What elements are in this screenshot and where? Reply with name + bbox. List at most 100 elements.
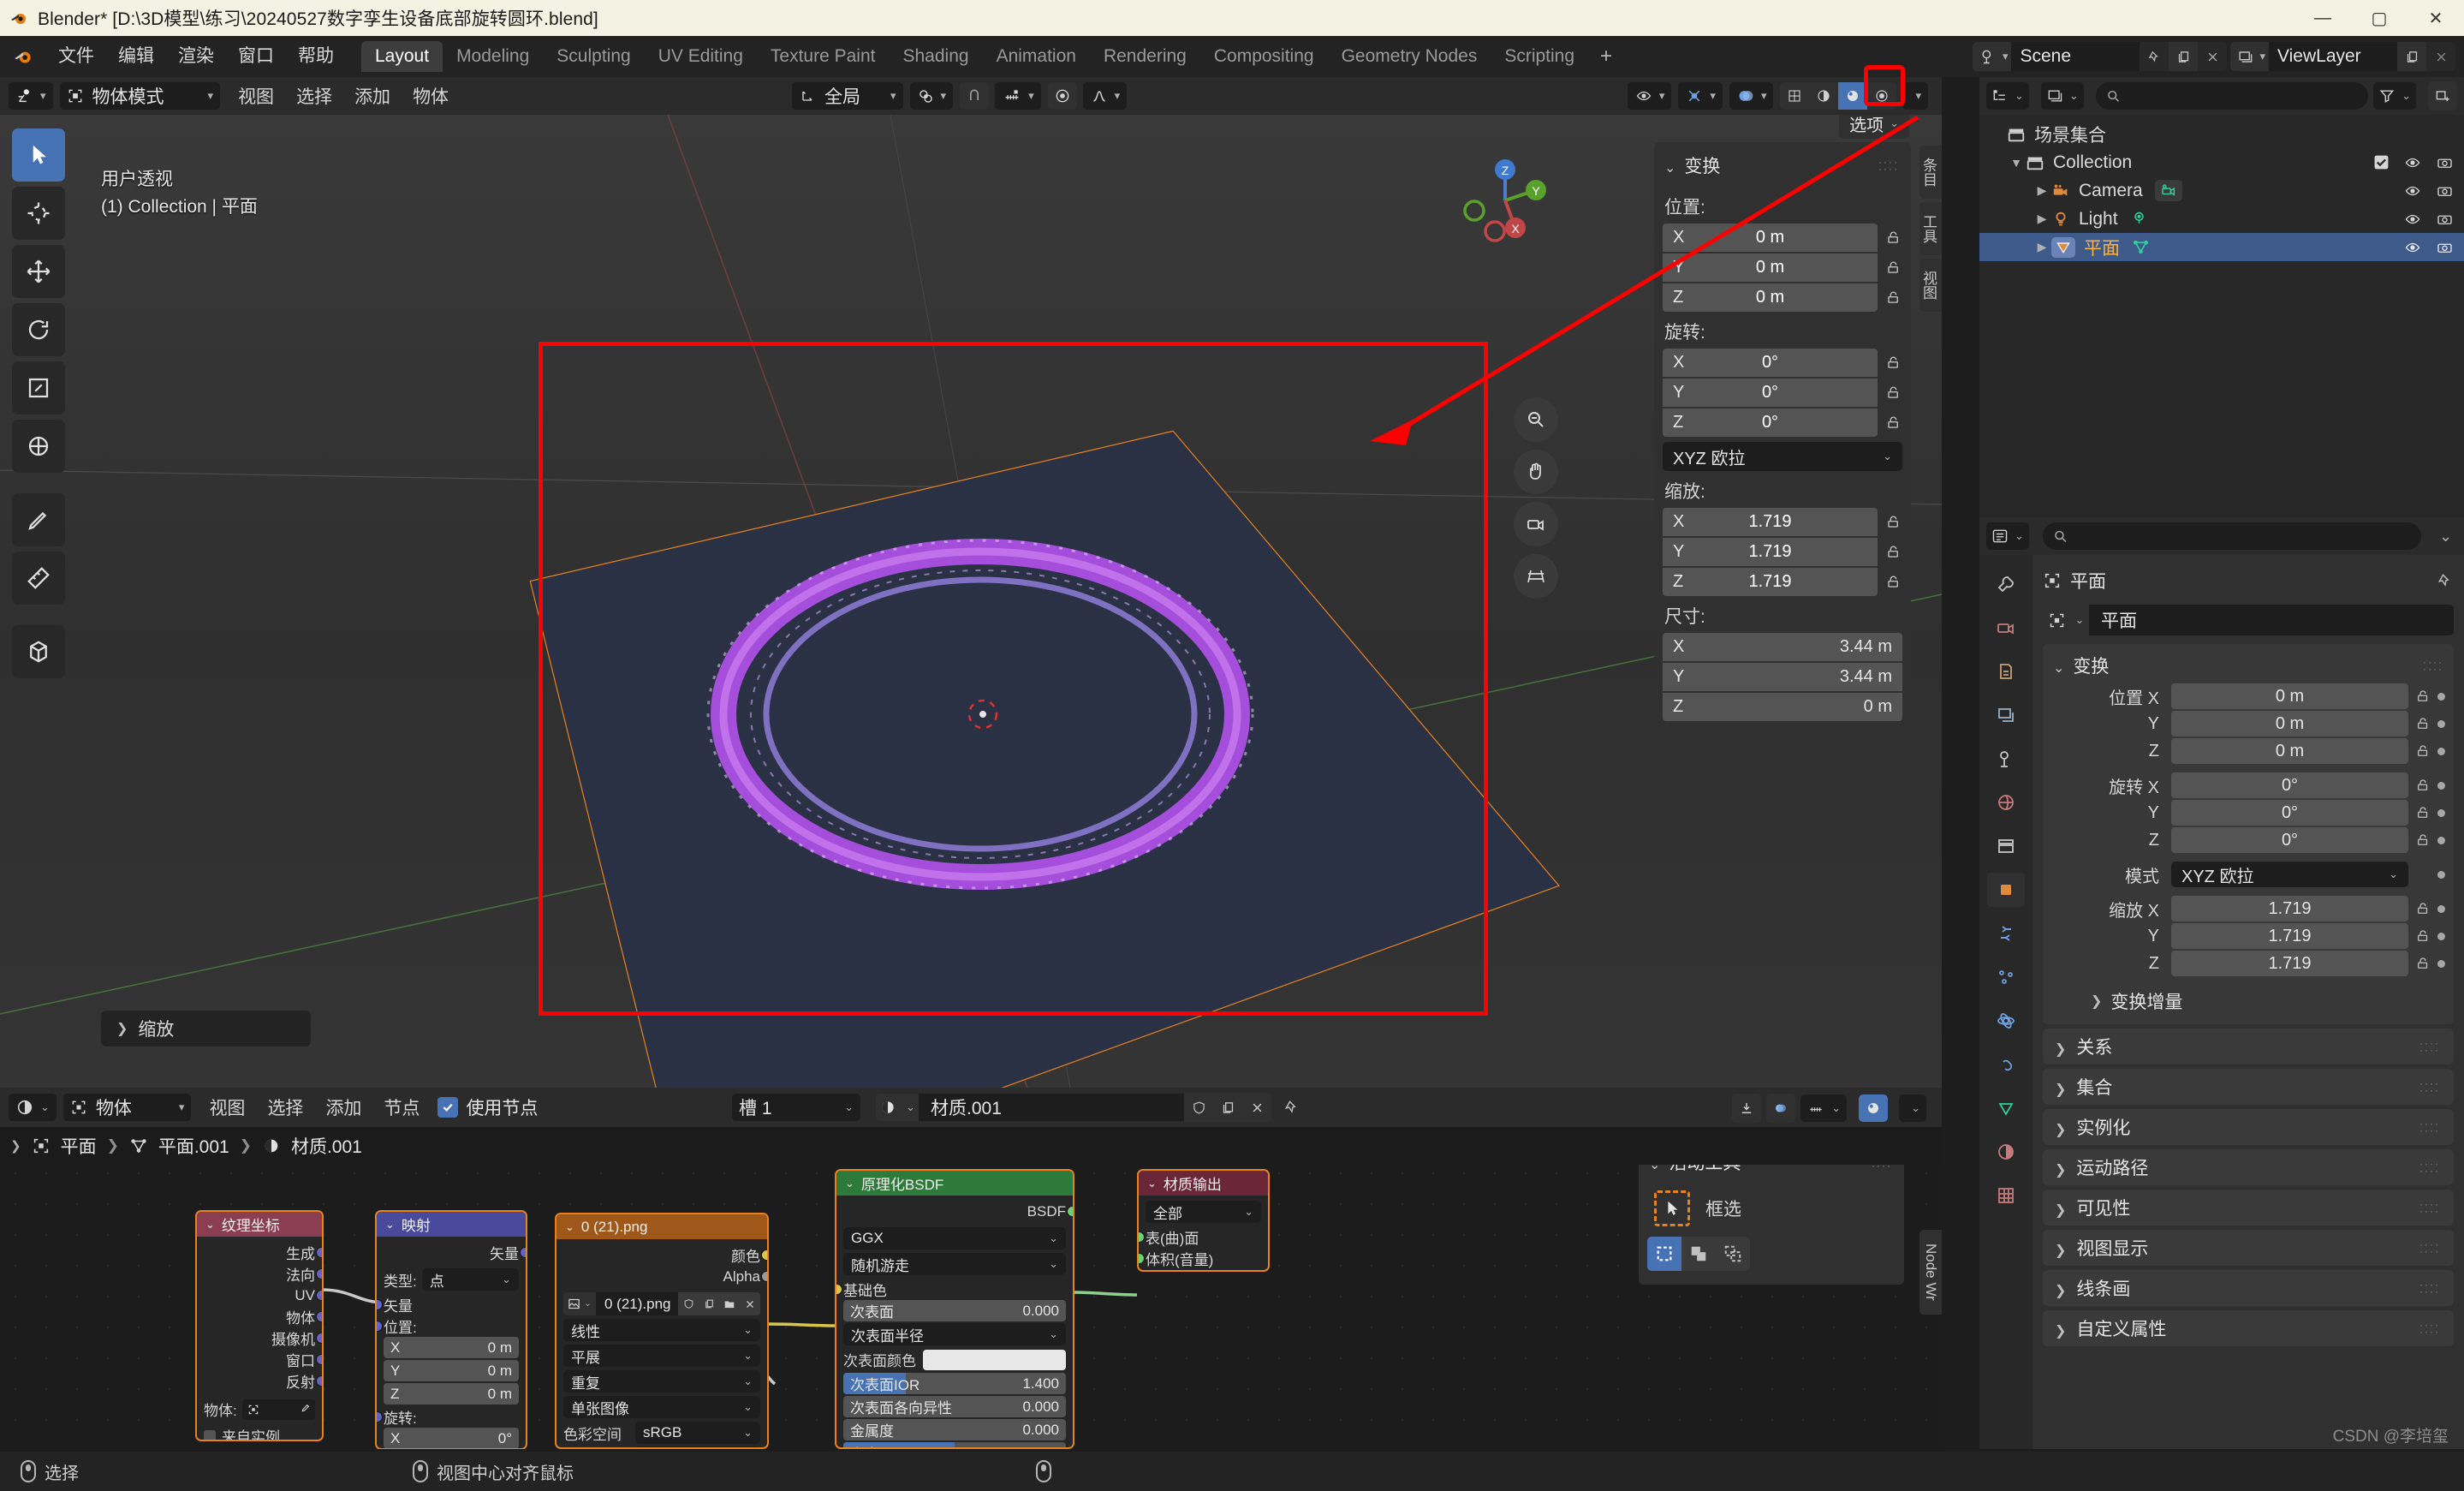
tab-texture[interactable] <box>1987 1178 2025 1213</box>
lock-location-x-icon[interactable] <box>1884 230 1902 246</box>
node-breadcrumb-object[interactable]: 平面 <box>61 1133 97 1159</box>
node-prop-subsurface[interactable]: 次表面 0.000 <box>843 1300 1066 1321</box>
zoom-view-icon[interactable] <box>1514 397 1558 442</box>
node-socket-volume[interactable]: 体积(音量) <box>1139 1248 1261 1269</box>
workspace-tab-modeling[interactable]: Modeling <box>443 41 543 72</box>
rotation-row-y[interactable]: Y 0° <box>1663 379 1902 407</box>
viewlayer-name[interactable]: ViewLayer <box>2269 46 2397 67</box>
prop-row-scale-y[interactable]: Y 1.719 <box>2051 923 2445 949</box>
prop-value-location-y[interactable]: 0 m <box>2171 711 2408 737</box>
prop-row-rotation-x[interactable]: 旋转 X 0° <box>2051 772 2445 798</box>
workspace-tab-geometry-nodes[interactable]: Geometry Nodes <box>1328 41 1491 72</box>
socket-normal-icon[interactable] <box>316 1268 322 1279</box>
node-menu-view[interactable]: 视图 <box>198 1094 256 1120</box>
viewlayer-icon[interactable]: ▾ <box>2230 42 2269 71</box>
node-from-instancer-checkbox[interactable]: 来自实例 <box>204 1425 315 1440</box>
pin-scene-icon[interactable] <box>2140 42 2169 71</box>
node-mapping[interactable]: ⌄ 映射 矢量 类型: 点 ⌄ 矢量 位置: X0 m Y0 m Z0 m 旋转:… <box>375 1210 527 1449</box>
prop-value-scale-z[interactable]: 1.719 <box>2171 951 2408 976</box>
lock-scale-z-icon[interactable] <box>1884 574 1902 590</box>
lock-icon[interactable] <box>2415 743 2431 759</box>
prop-value-scale-y[interactable]: 1.719 <box>2171 923 2408 949</box>
node-socket-camera[interactable]: 摄像机 <box>204 1327 322 1349</box>
tab-particles[interactable] <box>1987 960 2025 994</box>
socket-subsurface-ior-icon[interactable] <box>835 1379 836 1390</box>
node-socket-surface[interactable]: 表(曲)面 <box>1139 1226 1261 1248</box>
node-socket-color[interactable]: 颜色 <box>563 1244 767 1266</box>
shading-popover[interactable]: ▾ <box>1902 82 1928 110</box>
lock-icon[interactable] <box>2415 689 2431 704</box>
snap-pivot-selector[interactable]: ▾ <box>909 82 954 110</box>
camera-data-icon[interactable] <box>2154 180 2182 201</box>
falloff-selector[interactable]: ▾ <box>1082 82 1128 110</box>
scene-selector[interactable]: ▾ Scene <box>1972 42 2228 71</box>
node-socket-vector-out[interactable]: 矢量 <box>384 1242 526 1263</box>
node-source-dropdown[interactable]: 单张图像 ⌄ <box>563 1396 760 1418</box>
node-texture-coordinate[interactable]: ⌄ 纹理坐标 生成 法向 UV 物体 摄像机 窗口 反射 物体: 来自实例 <box>195 1210 324 1441</box>
prop-row-location-y[interactable]: Y 0 m <box>2051 711 2445 737</box>
prop-value-scale-x[interactable]: 1.719 <box>2171 896 2408 921</box>
tab-object[interactable] <box>1987 873 2025 907</box>
tab-scene[interactable] <box>1987 742 2025 776</box>
prop-value-rotation-z[interactable]: 0° <box>2171 827 2408 853</box>
mesh-data-icon[interactable] <box>2132 238 2150 256</box>
gizmo-selector[interactable]: ▾ <box>1678 82 1723 110</box>
snap-node-icon[interactable] <box>1732 1094 1762 1123</box>
prop-value-location-x[interactable]: 0 m <box>2171 683 2408 709</box>
node-interpolation-dropdown[interactable]: 线性 ⌄ <box>563 1319 760 1341</box>
rotation-row-z[interactable]: Z 0° <box>1663 409 1902 437</box>
delta-transform-subpanel[interactable]: ❯ 变换增量 <box>2051 978 2445 1017</box>
object-name-value[interactable]: 平面 <box>2089 605 2454 635</box>
outliner-row-light[interactable]: ▶ Light <box>1979 205 2464 233</box>
socket-uv-icon[interactable] <box>316 1290 322 1301</box>
node-colorspace-row[interactable]: 色彩空间 sRGB ⌄ <box>563 1422 760 1444</box>
node-overlay-icon[interactable] <box>1766 1094 1796 1123</box>
solid-shading-icon[interactable] <box>1809 82 1839 110</box>
use-nodes-checkbox[interactable]: 使用节点 <box>437 1094 538 1120</box>
prop-value-location-z[interactable]: 0 m <box>2171 738 2408 764</box>
animate-property-dot[interactable] <box>2437 836 2445 844</box>
properties-search-input[interactable] <box>2042 522 2421 550</box>
workspace-tab-compositing[interactable]: Compositing <box>1200 41 1328 72</box>
workspace-tab-uv-editing[interactable]: UV Editing <box>645 41 757 72</box>
lock-rotation-z-icon[interactable] <box>1884 414 1902 431</box>
socket-alpha-icon[interactable] <box>761 1271 767 1282</box>
node-header-mapping[interactable]: ⌄ 映射 <box>377 1212 526 1237</box>
panel-instancing[interactable]: ❯ 实例化 ···· ···· <box>2043 1109 2454 1145</box>
scale-row-z[interactable]: Z 1.719 <box>1663 568 1902 596</box>
outliner-row-scene-collection[interactable]: 场景集合 <box>1979 120 2464 148</box>
close-button[interactable]: ✕ <box>2407 0 2464 36</box>
node-prop-metallic[interactable]: 金属度 0.000 <box>843 1419 1066 1440</box>
node-prop-subsurface-ior[interactable]: 次表面IOR 1.400 <box>843 1373 1066 1394</box>
tool-transform[interactable] <box>12 420 65 473</box>
shader-type-selector[interactable]: 物体 ▾ <box>62 1094 192 1121</box>
delete-viewlayer-icon[interactable] <box>2426 42 2455 71</box>
socket-location-icon[interactable] <box>377 1321 383 1332</box>
animate-property-dot[interactable] <box>2437 870 2445 879</box>
minimize-button[interactable]: — <box>2294 0 2351 36</box>
socket-vector-out-icon[interactable] <box>520 1247 526 1258</box>
pin-material-icon[interactable] <box>1283 1099 1300 1116</box>
material-preview-shading-icon[interactable] <box>1838 82 1868 110</box>
tool-measure[interactable] <box>12 552 65 605</box>
node-projection-dropdown[interactable]: 平展 ⌄ <box>563 1345 760 1367</box>
panel-relations[interactable]: ❯ 关系 ···· ···· <box>2043 1029 2454 1065</box>
viewport-options-dropdown[interactable]: 选项 ⌄ <box>1839 115 1909 139</box>
node-menu-node[interactable]: 节点 <box>372 1094 431 1120</box>
menu-help[interactable]: 帮助 <box>286 42 346 71</box>
lock-icon[interactable] <box>2415 805 2431 820</box>
viewport-menu-add[interactable]: 添加 <box>343 83 402 109</box>
prop-row-rotation-z[interactable]: Z 0° <box>2051 827 2445 853</box>
lock-icon[interactable] <box>2415 956 2431 971</box>
node-socket-uv[interactable]: UV <box>204 1285 322 1306</box>
material-name-field[interactable]: 材质.001 <box>919 1094 1184 1121</box>
image-name-field[interactable]: 0 (21).png <box>596 1292 678 1315</box>
dimensions-row-z[interactable]: Z 0 m <box>1663 693 1902 721</box>
new-material-icon[interactable] <box>1213 1093 1242 1122</box>
open-image-icon[interactable] <box>719 1292 740 1315</box>
new-viewlayer-icon[interactable] <box>2397 42 2426 71</box>
tab-object-data[interactable] <box>1987 1091 2025 1125</box>
workspace-tab-texture-paint[interactable]: Texture Paint <box>757 41 890 72</box>
delete-scene-icon[interactable] <box>2198 42 2228 71</box>
new-image-icon[interactable] <box>699 1292 719 1315</box>
